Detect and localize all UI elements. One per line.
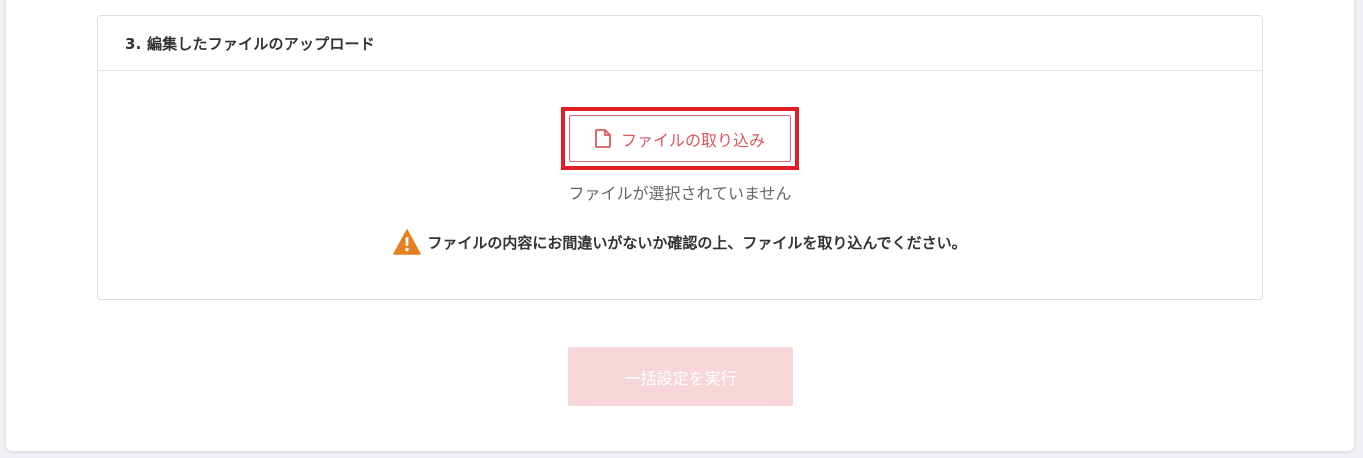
file-status-text: ファイルが選択されていません xyxy=(568,184,792,203)
main-panel: 3. 編集したファイルのアップロード ファイルの取り込み ファイルが選択されてい… xyxy=(6,0,1354,451)
import-file-button[interactable]: ファイルの取り込み xyxy=(569,115,791,162)
import-button-label: ファイルの取り込み xyxy=(620,130,765,150)
warning-text: ファイルの内容にお間違いがないか確認の上、ファイルを取り込んでください。 xyxy=(427,233,967,252)
execute-bulk-settings-button[interactable]: 一括設定を実行 xyxy=(568,347,793,406)
file-icon xyxy=(595,129,611,148)
warning-message: ファイルの内容にお間違いがないか確認の上、ファイルを取り込んでください。 xyxy=(98,229,1262,255)
upload-section-header: 3. 編集したファイルのアップロード xyxy=(98,16,1262,71)
warning-triangle-icon xyxy=(393,229,422,255)
section-title: 3. 編集したファイルのアップロード xyxy=(125,34,375,53)
upload-section-card: 3. 編集したファイルのアップロード ファイルの取り込み ファイルが選択されてい… xyxy=(97,15,1263,300)
